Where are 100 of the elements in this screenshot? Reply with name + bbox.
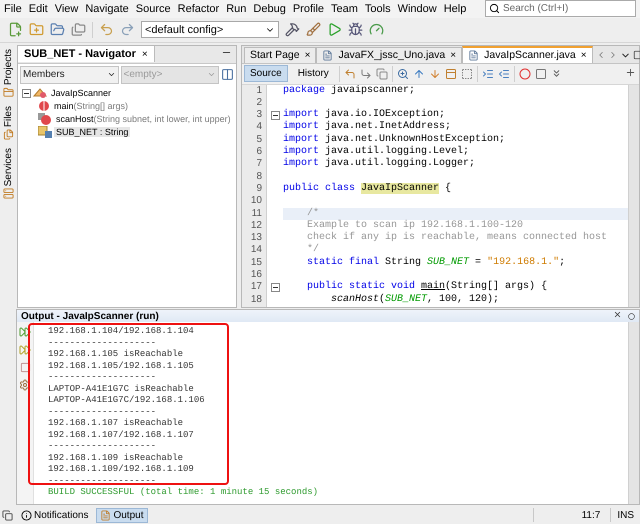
status-tab[interactable]: Notifications: [17, 508, 92, 523]
code-line: Example to scan ip 192.168.1.100-120: [306, 220, 524, 232]
stop-icon[interactable]: [20, 362, 30, 374]
panel-icon[interactable]: [444, 68, 457, 80]
new-folder-icon[interactable]: [29, 22, 44, 38]
config-dropdown[interactable]: <default config>: [141, 21, 279, 38]
tree-item[interactable]: scanHost(String subnet, int lower, int upper): [38, 112, 233, 126]
status-tab[interactable]: Output: [96, 508, 148, 523]
open-folder-icon[interactable]: [50, 22, 65, 38]
info-icon: [21, 510, 32, 521]
menu-item[interactable]: Team: [331, 2, 358, 15]
rerun-icon[interactable]: [19, 326, 31, 338]
stop-icon[interactable]: [534, 68, 547, 80]
code-line: import java.util.logging.Logger;: [283, 158, 476, 171]
menu-item[interactable]: Help: [444, 2, 466, 15]
tree-item[interactable]: main(String[] args): [38, 100, 130, 113]
output-line: BUILD SUCCESSFUL (total time: 1 minute 15 seconds): [48, 487, 320, 499]
search-icon: [489, 3, 500, 14]
editor-tab[interactable]: JavaFX_jssc_Uno.java ×: [316, 46, 462, 63]
line-number: 1: [255, 84, 263, 97]
menu-item[interactable]: Tools: [364, 2, 391, 15]
line-number: 14: [250, 244, 263, 257]
previous-icon[interactable]: [412, 68, 425, 80]
editor-tab[interactable]: JavaIpScanner.java ×: [462, 46, 593, 63]
line-number: 11: [250, 208, 263, 220]
output-line: 192.168.1.109/192.168.1.109: [48, 464, 195, 476]
copy-icon[interactable]: [376, 68, 388, 80]
shift-right-icon[interactable]: [482, 68, 494, 80]
field-icon: [38, 126, 52, 138]
pin-icon[interactable]: [628, 312, 635, 320]
undo-icon[interactable]: [99, 22, 114, 38]
code-line: import java.util.logging.Level;: [283, 146, 470, 158]
collapse-icon[interactable]: [22, 88, 31, 98]
view-tab[interactable]: Source: [244, 65, 288, 82]
debug-icon[interactable]: [348, 22, 363, 38]
tree-item[interactable]: JavaIpScanner: [22, 86, 114, 100]
line-number: 13: [250, 232, 263, 244]
next-icon[interactable]: [428, 68, 441, 80]
profile-icon[interactable]: [369, 22, 384, 38]
line-number: 17: [250, 281, 263, 294]
menu-item[interactable]: Source: [136, 2, 171, 15]
menu-item[interactable]: Run: [226, 2, 246, 15]
side-tab[interactable]: Projects: [3, 48, 14, 98]
shift-left-icon[interactable]: [498, 68, 510, 80]
folder-icon: [3, 86, 14, 98]
redo-icon[interactable]: [120, 22, 135, 38]
menu-item[interactable]: Navigate: [85, 2, 129, 15]
restore-icon[interactable]: [2, 510, 13, 521]
run-icon[interactable]: [327, 22, 342, 38]
code-line: package javaipscanner;: [283, 84, 416, 97]
output-line: 192.168.1.107 isReachable: [48, 418, 184, 430]
code-line: */: [306, 244, 320, 256]
close-icon[interactable]: [613, 310, 622, 320]
folders-icon[interactable]: [71, 22, 86, 38]
menu-item[interactable]: Profile: [292, 2, 324, 15]
settings-icon[interactable]: [19, 379, 31, 392]
menu-item[interactable]: Window: [398, 2, 437, 15]
menu-item[interactable]: File: [4, 2, 22, 15]
line-number: 16: [250, 269, 263, 282]
menu-item[interactable]: Edit: [28, 2, 48, 15]
split-icon[interactable]: [625, 66, 636, 78]
navigator-tab[interactable]: SUB_NET - Navigator ×: [18, 46, 155, 62]
search-field[interactable]: Search (Ctrl+I): [485, 0, 636, 18]
line-number: 9: [255, 182, 263, 196]
fold-icon[interactable]: [270, 282, 280, 292]
zoom-icon[interactable]: [396, 68, 409, 80]
new-file-icon[interactable]: [8, 22, 23, 38]
output-line: --------------------: [48, 372, 158, 384]
forward-icon[interactable]: [360, 68, 372, 80]
back-icon[interactable]: [344, 68, 356, 80]
members-dropdown[interactable]: Members: [20, 66, 118, 84]
search-input[interactable]: Search (Ctrl+I): [503, 3, 613, 14]
menu-item[interactable]: View: [54, 2, 78, 15]
side-tab[interactable]: Services: [3, 148, 14, 200]
output-line: --------------------: [48, 406, 158, 418]
view-tab[interactable]: History: [292, 65, 335, 82]
rerun-options-icon[interactable]: [19, 344, 31, 356]
menu-item[interactable]: Refactor: [178, 2, 220, 15]
line-number: 2: [255, 96, 263, 110]
record-icon[interactable]: [518, 68, 531, 80]
editor-tab[interactable]: Start Page ×: [244, 46, 316, 63]
line-number: 5: [255, 134, 263, 146]
output-line: 192.168.1.104/192.168.1.104: [48, 326, 195, 338]
file-icon: [468, 50, 480, 61]
selection-icon[interactable]: [460, 68, 473, 80]
menu-item[interactable]: Debug: [253, 2, 286, 15]
output-title: Output - JavaIpScanner (run): [21, 310, 159, 322]
side-tab[interactable]: Files: [3, 106, 14, 140]
file-icon: [100, 510, 112, 521]
scrollbar[interactable]: [628, 322, 639, 504]
layout-icon[interactable]: [221, 68, 234, 82]
code-line: public static void main(String[] args) {: [306, 281, 548, 294]
line-number: 3: [255, 109, 263, 122]
more-icon[interactable]: [550, 68, 562, 80]
maximize-icon[interactable]: [632, 50, 640, 60]
broom-icon[interactable]: [306, 22, 321, 38]
scrollbar[interactable]: [628, 84, 639, 308]
hammer-icon[interactable]: [285, 22, 300, 38]
fold-icon[interactable]: [270, 110, 280, 120]
line-number: 4: [255, 121, 263, 134]
